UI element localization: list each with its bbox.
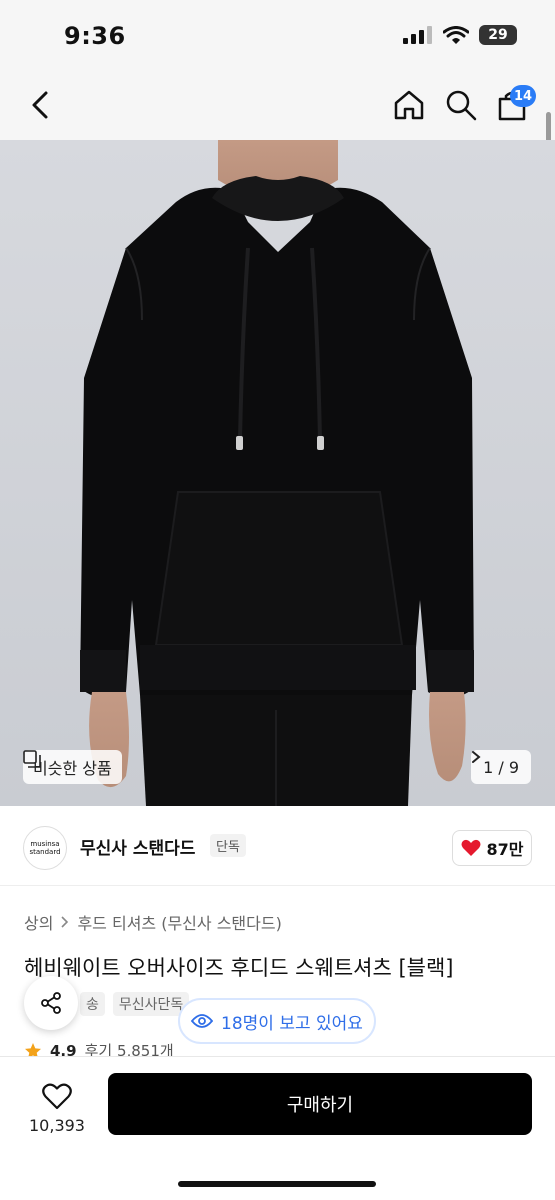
brand-logo[interactable]: musinsa standard: [23, 826, 67, 870]
like-count: 87만: [486, 840, 524, 859]
buy-button[interactable]: 구매하기: [108, 1073, 532, 1135]
viewers-text: 18명이 보고 있어요: [221, 1013, 363, 1034]
exclusive-tag: 단독: [210, 834, 246, 857]
eye-icon: [191, 1014, 214, 1028]
brand-logo-bottom: standard: [29, 848, 61, 856]
product-image[interactable]: 비슷한 상품 1 / 9: [0, 140, 555, 806]
similar-products-label: 비슷한 상품: [33, 759, 112, 778]
status-icons: 29: [403, 25, 517, 45]
similar-items-icon: [23, 750, 41, 768]
breadcrumb: 상의 후드 티셔츠 (무신사 스탠다드): [24, 910, 282, 934]
heart-outline-icon: [42, 1083, 72, 1110]
signal-icon: [403, 26, 432, 44]
product-tag: 무신사단독: [112, 992, 190, 1016]
share-icon: [41, 992, 61, 1014]
page-indicator-label: 1 / 9: [483, 757, 519, 777]
share-button[interactable]: [24, 976, 78, 1030]
chevron-right-icon: [472, 751, 481, 763]
cart-count-badge: 14: [510, 85, 537, 107]
brand-name[interactable]: 무신사 스탠다드: [80, 834, 195, 859]
product-photo: [80, 140, 474, 806]
wifi-icon: [443, 26, 469, 44]
bottom-action-bar: 10,393 구매하기: [0, 1056, 555, 1200]
similar-products-button[interactable]: 비슷한 상품: [23, 750, 122, 784]
navigation-bar: 14: [0, 72, 555, 140]
image-page-indicator[interactable]: 1 / 9: [471, 750, 531, 784]
chevron-right-icon: [61, 916, 69, 928]
status-time: 9:36: [64, 22, 126, 50]
like-button[interactable]: 87만: [452, 830, 532, 866]
brand-row: musinsa standard 무신사 스탠다드 단독 87만: [0, 806, 555, 886]
breadcrumb-subcategory[interactable]: 후드 티셔츠 (무신사 스탠다드): [77, 910, 281, 934]
breadcrumb-category[interactable]: 상의: [24, 910, 53, 934]
status-bar: 9:36 29: [0, 0, 555, 72]
favorite-count: 10,393: [29, 1116, 85, 1135]
battery-indicator: 29: [479, 25, 517, 45]
viewers-notice: 18명이 보고 있어요: [178, 998, 376, 1044]
product-tags: 송 무신사단독: [80, 992, 190, 1016]
search-icon[interactable]: [444, 88, 478, 122]
home-indicator: [178, 1181, 376, 1187]
favorite-button[interactable]: 10,393: [24, 1073, 90, 1145]
product-title: 헤비웨이트 오버사이즈 후디드 스웨트셔츠 [블랙]: [24, 956, 454, 980]
home-icon[interactable]: [392, 88, 426, 122]
brand-logo-top: musinsa: [30, 840, 60, 848]
heart-icon: [461, 839, 480, 856]
product-tag: 송: [80, 992, 105, 1016]
back-arrow-icon[interactable]: [26, 89, 58, 121]
